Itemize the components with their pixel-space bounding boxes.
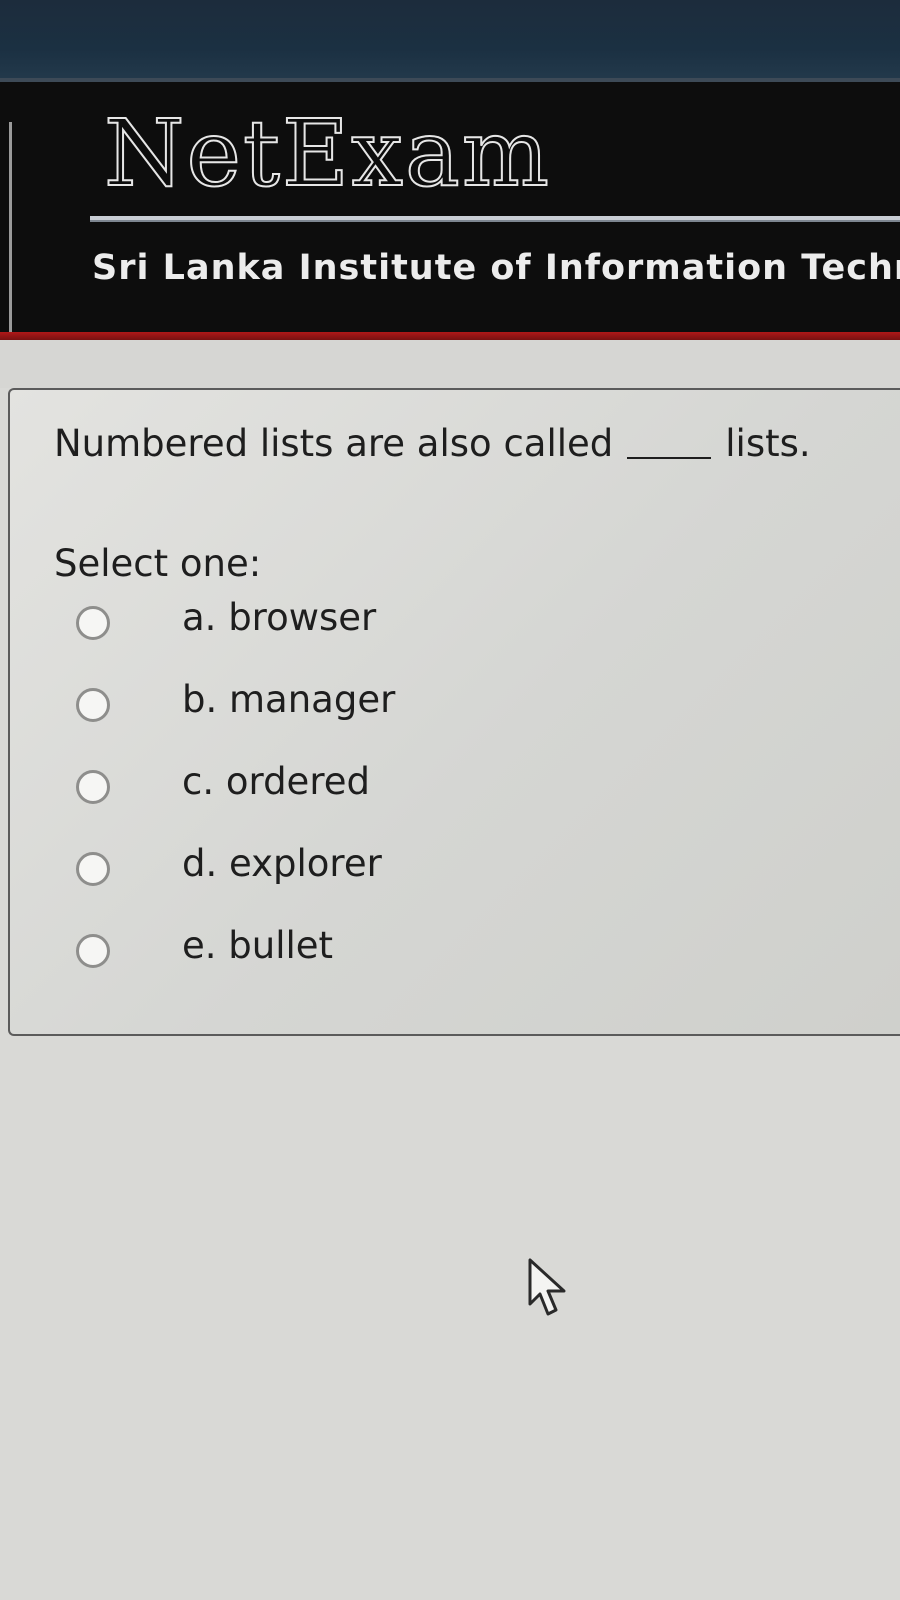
select-one-label: Select one: <box>54 542 262 585</box>
answer-options: a. browser b. manager c. ordered d. expl… <box>70 596 470 1012</box>
radio-unchecked-icon[interactable] <box>76 852 110 886</box>
question-text-after: lists. <box>725 422 811 465</box>
header-edge <box>0 122 12 332</box>
radio-unchecked-icon[interactable] <box>76 934 110 968</box>
option-b-label[interactable]: b. manager <box>182 678 395 721</box>
option-b[interactable]: b. manager <box>70 678 470 766</box>
radio-unchecked-icon[interactable] <box>76 770 110 804</box>
option-d-label[interactable]: d. explorer <box>182 842 382 885</box>
question-text: Numbered lists are also called lists. <box>54 422 811 465</box>
top-strip <box>0 0 900 82</box>
netexam-logo[interactable]: NetExam <box>103 107 551 201</box>
site-header: NetExam Sri Lanka Institute of Informati… <box>0 82 900 342</box>
question-box: Numbered lists are also called lists. Sel… <box>8 388 900 1036</box>
option-d[interactable]: d. explorer <box>70 842 470 930</box>
option-c[interactable]: c. ordered <box>70 760 470 848</box>
logo-underline <box>90 216 900 222</box>
option-e-label[interactable]: e. bullet <box>182 924 333 967</box>
radio-unchecked-icon[interactable] <box>76 606 110 640</box>
mouse-pointer-icon <box>528 1258 566 1316</box>
radio-unchecked-icon[interactable] <box>76 688 110 722</box>
option-a[interactable]: a. browser <box>70 596 470 684</box>
option-c-label[interactable]: c. ordered <box>182 760 370 803</box>
option-a-label[interactable]: a. browser <box>182 596 376 639</box>
content-gap <box>0 340 900 388</box>
question-text-before: Numbered lists are also called <box>54 422 614 465</box>
question-blank <box>627 457 712 459</box>
institute-name: Sri Lanka Institute of Information Techn… <box>92 248 900 288</box>
option-e[interactable]: e. bullet <box>70 924 470 1012</box>
